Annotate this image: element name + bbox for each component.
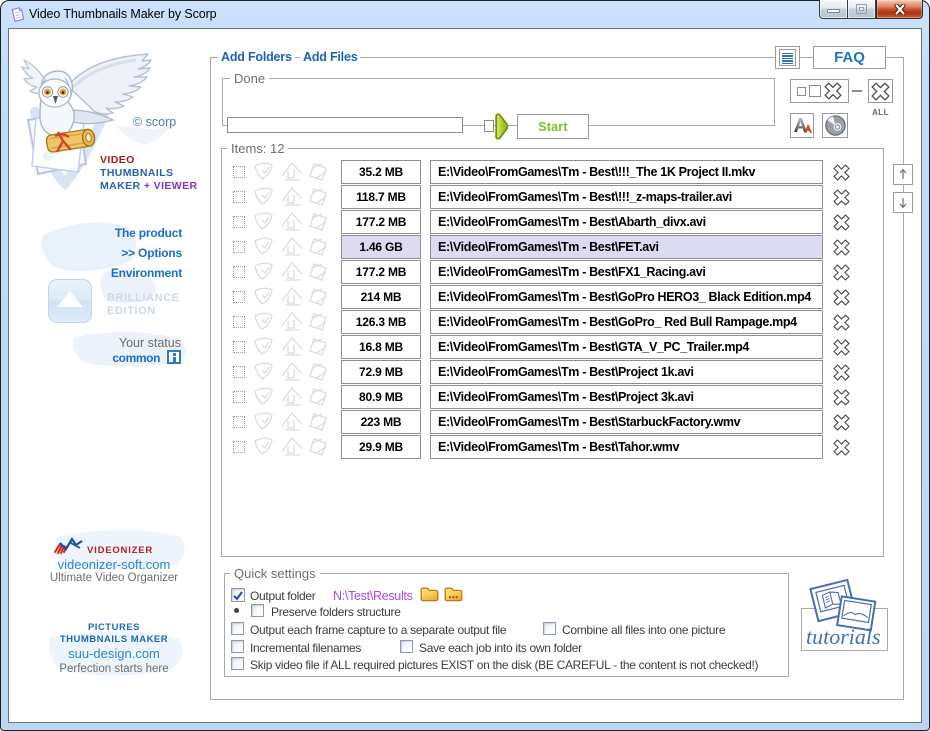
svg-text:tutorials: tutorials xyxy=(806,624,881,649)
